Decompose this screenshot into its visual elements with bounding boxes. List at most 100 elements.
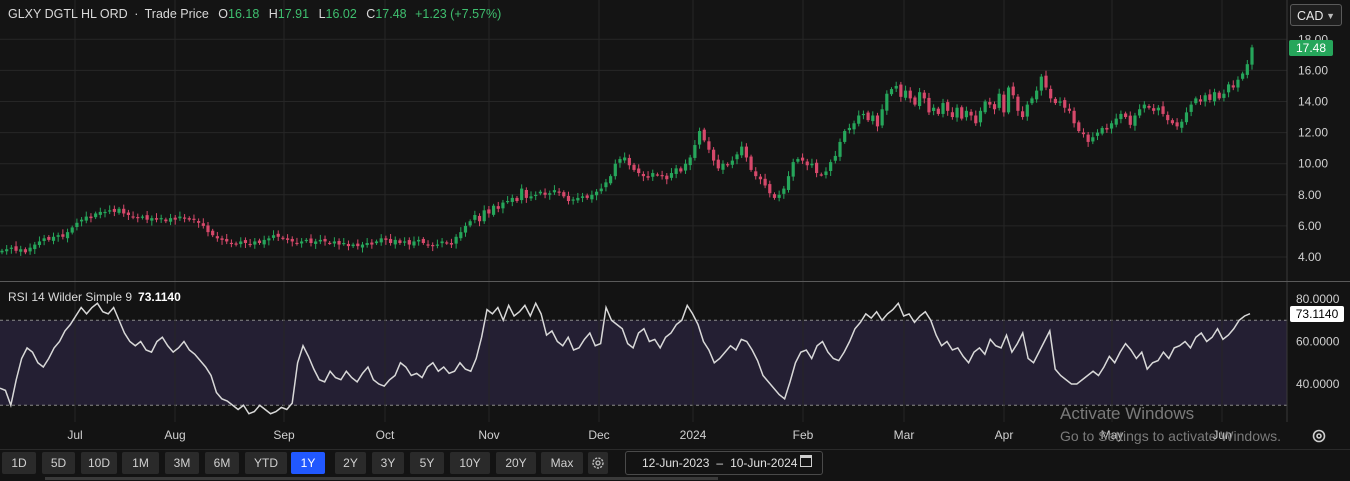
timeframe-settings-button[interactable] [588, 452, 608, 474]
price-candle [150, 215, 154, 226]
price-candle [346, 240, 351, 251]
timeframe-button-1y[interactable]: 1Y [291, 452, 325, 474]
rsi-chart: 80.0000 60.0000 40.0000 Jul Aug Sep Oct Nov Dec 2… [0, 282, 1340, 442]
price-candle [1142, 101, 1146, 113]
activate-windows-title: Activate Windows [1060, 404, 1195, 423]
price-candle [398, 238, 402, 245]
price-candle [482, 205, 486, 224]
timeframe-button-5y[interactable]: 5Y [410, 452, 444, 474]
price-candle [1053, 96, 1057, 105]
price-candle [295, 237, 299, 246]
price-candle [543, 188, 547, 199]
date-range-picker[interactable]: 12-Jun-2023–10-Jun-2024 [625, 451, 823, 475]
price-candle [632, 162, 636, 172]
activate-windows-subtitle: Go to Settings to activate Windows. [1060, 428, 1281, 444]
timeframe-button-10d[interactable]: 10D [81, 452, 117, 474]
price-candle [665, 173, 669, 185]
price-candle [669, 168, 674, 181]
price-candle [627, 154, 631, 170]
price-candle [1095, 129, 1100, 141]
price-candle [534, 191, 538, 201]
price-candle [243, 237, 248, 248]
price-candle [726, 162, 730, 168]
price-candle [791, 158, 795, 181]
price-candle [693, 140, 697, 161]
price-candle [14, 241, 18, 254]
price-candle [609, 174, 613, 186]
rsi-y-tick: 40.0000 [1296, 377, 1340, 391]
currency-label: CAD [1297, 9, 1324, 23]
timeframe-button-6m[interactable]: 6M [205, 452, 239, 474]
price-candle [566, 191, 571, 205]
price-candle [552, 185, 557, 195]
price-candle [702, 127, 706, 143]
legend-separator: · [134, 7, 139, 21]
timeframe-button-10y[interactable]: 10Y [450, 452, 490, 474]
price-candle [1236, 76, 1240, 92]
price-candle [290, 236, 294, 247]
price-candle [168, 213, 173, 226]
timeframe-button-5d[interactable]: 5D [42, 452, 75, 474]
timeframe-button-2y[interactable]: 2Y [335, 452, 366, 474]
timeframe-button-20y[interactable]: 20Y [496, 452, 536, 474]
currency-select[interactable]: CAD ▼ [1290, 4, 1342, 26]
price-candle [772, 192, 777, 200]
timeframe-button-ytd[interactable]: YTD [245, 452, 287, 474]
price-candle [1156, 105, 1160, 116]
price-candle [262, 235, 266, 248]
price-chart: 4.006.008.0010.0012.0014.0016.0018.00 [0, 0, 1328, 281]
price-candle [421, 237, 425, 245]
timeframe-button-3y[interactable]: 3Y [372, 452, 404, 474]
timeframe-button-1m[interactable]: 1M [122, 452, 159, 474]
price-candle [417, 236, 421, 246]
price-candle [98, 207, 102, 219]
price-candle [1161, 101, 1165, 117]
price-candle [1067, 103, 1072, 114]
price-y-tick: 16.00 [1298, 63, 1328, 77]
price-candle [365, 238, 369, 248]
x-axis-tick: Aug [164, 428, 185, 442]
price-candle [1175, 118, 1179, 130]
price-candle [1208, 89, 1212, 103]
price-candle [800, 153, 805, 165]
close-label: C [366, 7, 376, 21]
calendar-icon[interactable] [800, 455, 812, 467]
price-candle [178, 211, 182, 221]
price-candle [674, 164, 678, 179]
range-separator: – [716, 456, 724, 470]
timeframe-button-max[interactable]: Max [541, 452, 583, 474]
timeframe-button-3m[interactable]: 3M [165, 452, 199, 474]
price-candle [351, 242, 355, 248]
price-candle [927, 92, 931, 116]
price-candle [393, 236, 397, 249]
settings-gear-icon[interactable] [1311, 428, 1327, 444]
price-candle [815, 159, 819, 178]
price-candle [206, 222, 210, 237]
price-y-tick: 4.00 [1298, 250, 1322, 264]
price-type: Trade Price [144, 7, 209, 21]
price-candle [445, 240, 449, 245]
price-candle [42, 234, 46, 246]
price-candle [960, 105, 964, 121]
price-candle [1114, 113, 1118, 128]
price-candle [908, 87, 912, 103]
price-candle [431, 242, 435, 252]
price-candle [590, 190, 594, 203]
rsi-y-tick: 60.0000 [1296, 335, 1340, 349]
price-candle [1091, 132, 1095, 145]
price-candle [84, 211, 88, 224]
price-candle [225, 233, 229, 245]
price-candle [1119, 110, 1123, 124]
price-candle [1241, 71, 1245, 81]
price-candle [1184, 107, 1189, 125]
price-candle [154, 213, 159, 223]
price-candle [215, 231, 219, 242]
price-candle [61, 229, 65, 240]
timeframe-button-1d[interactable]: 1D [2, 452, 36, 474]
price-candle [276, 230, 280, 241]
price-y-tick: 6.00 [1298, 219, 1322, 233]
price-candle [1245, 59, 1249, 79]
price-candle [875, 112, 880, 132]
range-end: 10-Jun-2024 [730, 456, 798, 470]
price-candle [1198, 95, 1203, 105]
